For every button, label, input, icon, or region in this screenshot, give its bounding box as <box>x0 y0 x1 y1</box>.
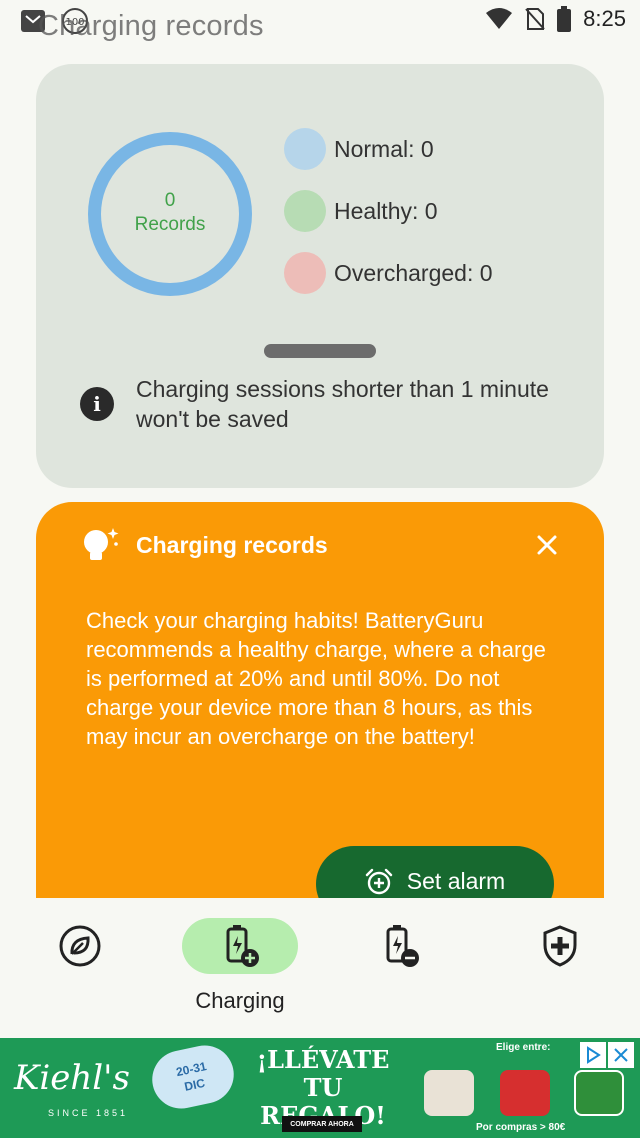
bottom-navigation: Charging <box>0 898 640 1038</box>
nav-charging-label: Charging <box>195 988 285 1013</box>
wifi-icon <box>486 8 513 29</box>
ad-brand-logo: Kiehl's <box>14 1058 130 1098</box>
normal-dot <box>284 128 326 170</box>
ad-choices-icon[interactable] <box>580 1042 606 1068</box>
overcharged-dot <box>284 252 326 294</box>
drag-handle[interactable] <box>264 344 376 358</box>
records-count: 0 <box>164 190 176 211</box>
close-icon[interactable] <box>536 534 558 556</box>
ad-date-badge: 20-31 DIC <box>146 1040 240 1114</box>
ad-banner[interactable]: Kiehl's SINCE 1851 20-31 DIC ¡LLÉVATE TU… <box>0 1038 640 1138</box>
ad-brand-since: SINCE 1851 <box>48 1108 129 1118</box>
ad-cta-button[interactable]: COMPRAR AHORA <box>282 1116 362 1132</box>
battery-charging-add-icon <box>226 925 259 967</box>
legend-normal: Normal: 0 <box>284 128 434 170</box>
healthy-dot <box>284 190 326 232</box>
records-count-label: Records <box>134 214 206 235</box>
info-icon: i <box>80 387 114 421</box>
ad-choose-text: Elige entre: <box>496 1042 551 1053</box>
nav-eco[interactable] <box>22 918 138 974</box>
ad-footnote: Por compras > 80€ <box>476 1122 566 1133</box>
page-title: Charging records <box>38 10 264 42</box>
clock: 8:25 <box>583 6 626 31</box>
set-alarm-label: Set alarm <box>406 868 506 894</box>
charging-tip-card: Charging records Check your charging hab… <box>36 502 604 898</box>
ad-product-image <box>500 1070 550 1116</box>
ad-product-image <box>424 1070 474 1116</box>
nav-discharging[interactable] <box>342 918 458 974</box>
ad-close-icon[interactable] <box>608 1042 634 1068</box>
set-alarm-button[interactable]: Set alarm <box>316 846 554 898</box>
tip-title: Charging records <box>136 532 328 558</box>
legend-overcharged: Overcharged: 0 <box>284 252 493 294</box>
legend-healthy: Healthy: 0 <box>284 190 438 232</box>
status-bar: 100 Charging records 8:25 <box>0 0 640 52</box>
nav-charging[interactable]: Charging <box>182 918 298 1014</box>
alarm-add-icon <box>365 868 392 895</box>
tip-body: Check your charging habits! BatteryGuru … <box>86 608 546 749</box>
nav-protection[interactable] <box>502 918 618 974</box>
shield-plus-icon <box>543 925 577 967</box>
ad-choices[interactable] <box>580 1042 634 1068</box>
lightbulb-icon <box>84 528 119 560</box>
records-ring-chart: 0 Records <box>88 132 252 296</box>
ad-product-image <box>574 1070 624 1116</box>
info-message: Charging sessions shorter than 1 minute … <box>136 376 549 432</box>
battery-discharging-icon <box>386 925 419 967</box>
records-summary-card: 0 Records Normal: 0 Healthy: 0 Overcharg… <box>36 64 604 488</box>
no-sim-icon <box>525 8 545 30</box>
battery-icon <box>557 6 572 32</box>
leaf-icon <box>59 925 101 967</box>
